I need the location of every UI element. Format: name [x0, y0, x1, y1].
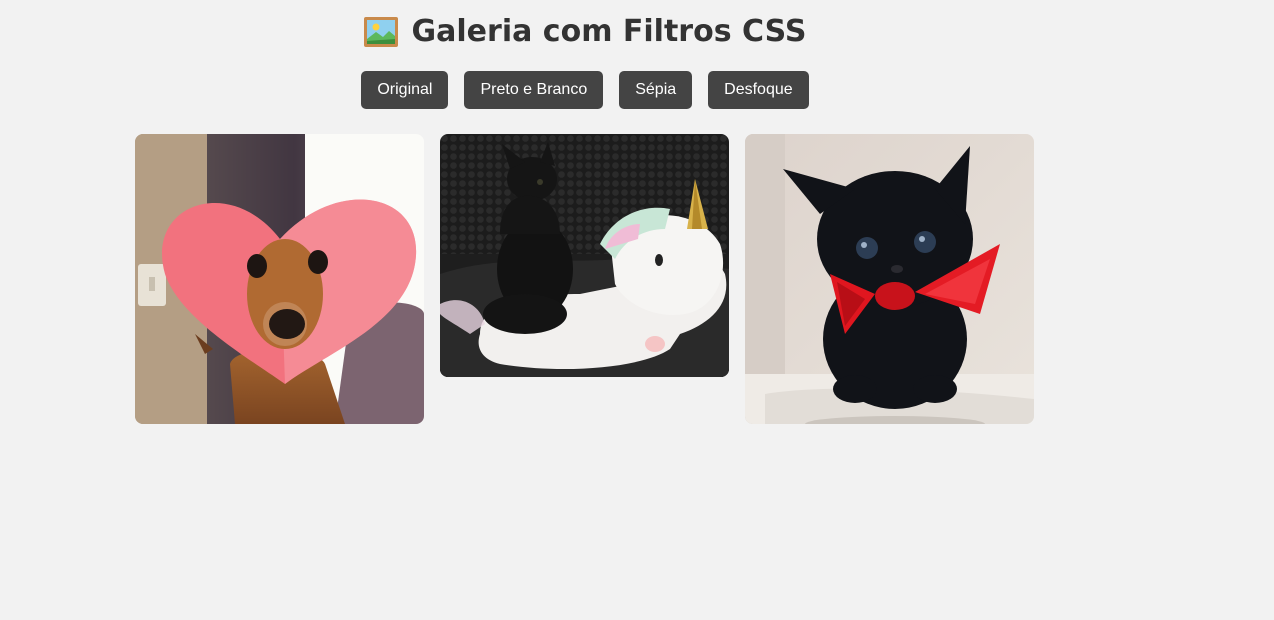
page-title: Galeria com Filtros CSS: [411, 14, 807, 49]
image-gallery: [135, 134, 1034, 424]
filter-original-button[interactable]: Original: [361, 71, 449, 109]
gallery-image-kitten-bow[interactable]: [745, 134, 1034, 424]
gallery-image-unicorn-kitten[interactable]: [440, 134, 729, 377]
filter-blur-button[interactable]: Desfoque: [708, 71, 809, 109]
page-header: Galeria com Filtros CSS: [0, 14, 1170, 50]
gallery-image-dog[interactable]: [135, 134, 424, 424]
filter-sepia-button[interactable]: Sépia: [619, 71, 693, 109]
framed-picture-icon: [363, 17, 398, 47]
filter-grayscale-button[interactable]: Preto e Branco: [464, 71, 604, 109]
filter-toolbar: Original Preto e Branco Sépia Desfoque: [0, 71, 1170, 109]
